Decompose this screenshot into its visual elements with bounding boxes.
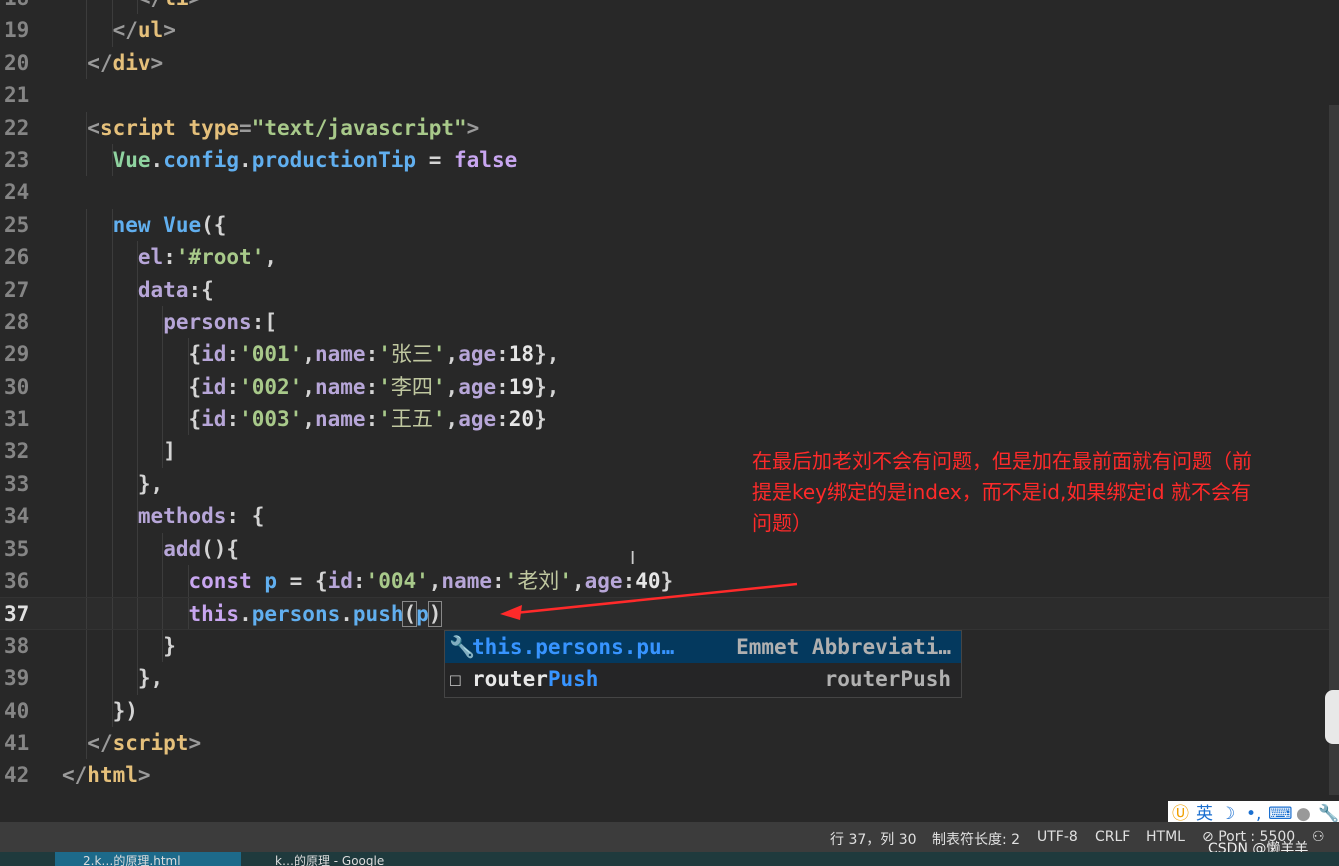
taskbar-vscode[interactable]: 2.k…的原理.html xyxy=(55,852,241,866)
cursor-position[interactable]: 行 37，列 30 xyxy=(830,829,917,849)
taskbar-chrome[interactable]: k…的原理 - Google xyxy=(255,852,455,866)
taskbar: 2.k…的原理.html k…的原理 - Google xyxy=(0,852,1339,866)
line-ending[interactable]: CRLF xyxy=(1095,829,1130,845)
arrow-head xyxy=(500,605,522,620)
encoding[interactable]: UTF-8 xyxy=(1037,829,1078,845)
arrow-shaft xyxy=(514,582,798,615)
annotation-note: 在最后加老刘不会有问题，但是加在最前面就有问题（前提是key绑定的是index，… xyxy=(752,449,1252,535)
tab-size[interactable]: 制表符长度: 2 xyxy=(932,829,1020,849)
language-mode[interactable]: HTML xyxy=(1146,829,1185,845)
red-arrow-annotation xyxy=(500,582,798,620)
status-bar: 行 37，列 30 制表符长度: 2 UTF-8 CRLF HTML ⊘ Por… xyxy=(0,822,1339,852)
feedback-icon[interactable]: ⚇ xyxy=(1312,829,1325,845)
